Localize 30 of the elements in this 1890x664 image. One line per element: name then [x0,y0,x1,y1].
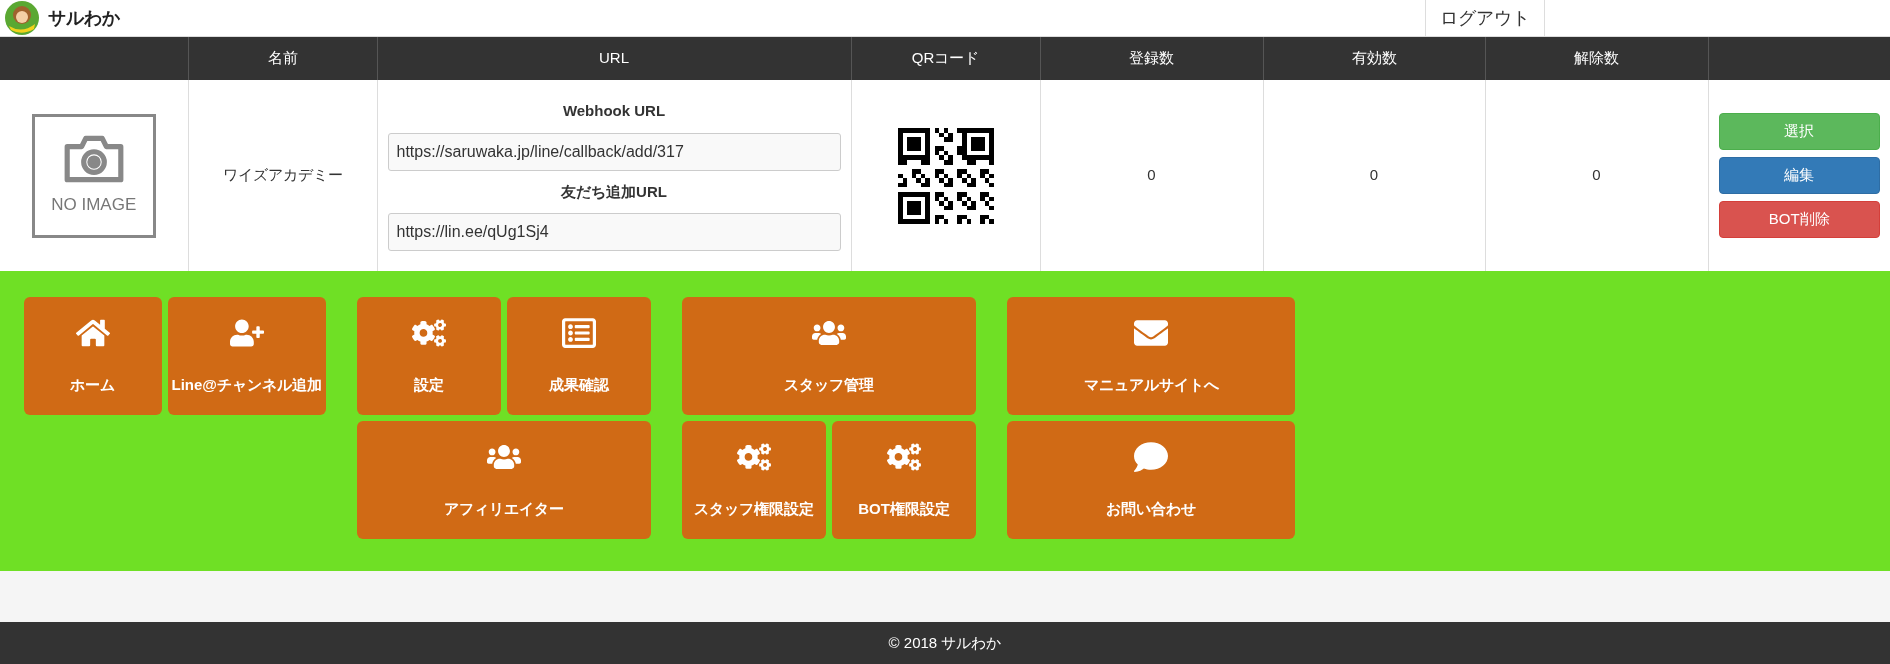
column-header: 名前 [188,37,377,80]
monkey-logo-icon [4,0,40,36]
footer: © 2018 サルわか [0,622,1890,664]
column-header: QRコード [851,37,1040,80]
field-label: 友だち追加URL [560,181,668,202]
field-label: Webhook URL [561,101,667,121]
select-button[interactable]: 選択 [1718,113,1880,150]
input-field[interactable]: https://lin.ee/qUg1Sj4 [387,213,841,251]
menu-tile[interactable]: スタッフ管理 [682,297,976,415]
menu-tile[interactable]: Line@チャンネル追加 [167,297,326,415]
column-header: 登録数 [1040,37,1263,80]
menu-tile[interactable]: スタッフ権限設定 [682,421,826,539]
column-header: 有効数 [1263,37,1485,80]
menu-tile[interactable]: マニュアルサイトへ [1007,297,1295,415]
menu-tile[interactable]: お問い合わせ [1007,421,1295,539]
edit-button[interactable]: 編集 [1718,157,1880,194]
logout-link[interactable]: ログアウト [1425,0,1545,36]
menu-tile[interactable]: 設定 [357,297,501,415]
menu-tile[interactable]: ホーム [24,297,162,415]
no-image-label: NO IMAGE [51,193,137,216]
menu-tile[interactable]: 成果確認 [507,297,651,415]
column-header: URL [377,37,851,80]
menu-tile[interactable]: BOT権限設定 [832,421,976,539]
delete-button[interactable]: BOT削除 [1718,201,1880,238]
column-header: 解除数 [1485,37,1708,80]
menu-tile[interactable]: アフィリエイター [357,421,651,539]
logo-text: サルわか [48,6,120,30]
list-icon [562,315,596,350]
input-field[interactable]: https://saruwaka.jp/line/callback/add/317 [387,132,841,171]
speech-bubble-icon [1134,439,1168,474]
